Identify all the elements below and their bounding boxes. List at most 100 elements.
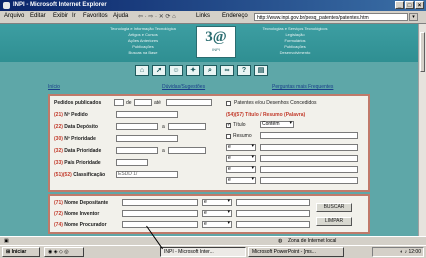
title-check-label: Título xyxy=(233,122,246,128)
logic-select-3[interactable]: e xyxy=(226,166,256,173)
summary-check-label: Resumo xyxy=(233,133,252,139)
graph-icon[interactable]: ∞ xyxy=(220,65,234,76)
scroll-thumb[interactable] xyxy=(420,32,425,72)
address-input[interactable]: http://www.inpi.gov.br/pesq_patentes/pat… xyxy=(254,13,408,21)
priority-date-to-input[interactable] xyxy=(168,147,206,154)
patent-number-input[interactable] xyxy=(116,111,178,118)
attorney-name-input-2[interactable] xyxy=(236,221,310,228)
title-summary-label: (54)(57) Título / Resumo (Palavra) xyxy=(226,112,306,118)
search-icon[interactable]: ⌕ xyxy=(203,65,217,76)
field-label-22: (22) Data Depósito xyxy=(54,124,98,130)
header-banner: Tecnologia e Informação Tecnológica Arti… xyxy=(0,24,418,62)
page-icon: ▣ xyxy=(4,238,9,244)
summary-checkbox[interactable] xyxy=(226,134,231,139)
field-label-71: (71) Nome Depositante xyxy=(54,200,109,206)
windows-logo-icon: ⊞ xyxy=(6,249,11,255)
minimize-button[interactable]: _ xyxy=(395,1,404,9)
filing-date-input[interactable] xyxy=(116,123,158,130)
published-to-label: até xyxy=(154,100,161,106)
logic-select-2[interactable]: e xyxy=(226,155,256,162)
attorney-op-select[interactable]: e xyxy=(202,221,232,228)
title-bar: INPI - Microsoft Internet Explorer _ □ × xyxy=(0,0,426,11)
priority-country-input[interactable] xyxy=(116,159,148,166)
clock: 12:00 xyxy=(408,249,421,255)
published-from-input[interactable] xyxy=(134,99,152,106)
banner-left-link[interactable]: Buscas na Base xyxy=(108,50,178,56)
address-label: Endereço xyxy=(222,13,248,19)
logic-select-4[interactable]: e xyxy=(226,177,256,184)
published-from-label: de xyxy=(126,100,132,106)
keyword-input-5[interactable] xyxy=(260,177,358,184)
search-form-main: Pedidos publicados de até (21) Nº Pedido… xyxy=(48,94,370,192)
field-label-72: (72) Nome Inventor xyxy=(54,211,100,217)
published-from-field[interactable] xyxy=(114,99,124,106)
consult-link[interactable]: Dúvidas/Sugestões xyxy=(162,84,205,90)
inpi-logo: 3@ INPI xyxy=(196,26,236,58)
field-label-33: (33) País Prioridade xyxy=(54,160,101,166)
page-content: Tecnologia e Informação Tecnológica Arti… xyxy=(0,24,418,236)
arrow-icon[interactable]: ➚ xyxy=(152,65,166,76)
menu-go[interactable]: Ir xyxy=(72,13,76,19)
priority-date-input[interactable] xyxy=(116,147,158,154)
menu-file[interactable]: Arquivo xyxy=(4,13,24,19)
home-icon[interactable]: ⌂ xyxy=(135,65,149,76)
nav-icon-row: ⌂ ➚ ☺ ✦ ⌕ ∞ ? ▤ xyxy=(135,65,268,76)
applicant-name-input-2[interactable] xyxy=(236,199,310,206)
search-button[interactable]: BUSCAR xyxy=(316,203,352,212)
quick-launch[interactable]: ◉ ◈ ◇ ◎ xyxy=(44,247,84,257)
system-tray: ◐ ♪ 12:00 xyxy=(372,247,424,257)
maximize-button[interactable]: □ xyxy=(405,1,414,9)
field-label-21: (21) Nº Pedido xyxy=(54,112,88,118)
keyword-input-3[interactable] xyxy=(260,155,358,162)
inventor-name-input[interactable] xyxy=(122,210,198,217)
logic-select-1[interactable]: e xyxy=(226,144,256,151)
published-label: Pedidos publicados xyxy=(54,100,102,106)
menu-help[interactable]: Ajuda xyxy=(113,13,128,19)
menu-edit[interactable]: Editar xyxy=(30,13,46,19)
globe-icon: ◍ xyxy=(278,238,283,244)
contains-select[interactable]: Contém xyxy=(260,121,294,128)
field-label-32: (32) Data Prioridade xyxy=(54,148,102,154)
field-label-74: (74) Nome Procurador xyxy=(54,222,107,228)
attorney-name-input[interactable] xyxy=(122,221,198,228)
applicant-name-input[interactable] xyxy=(122,199,198,206)
search-form-names: (71) Nome Depositante e (72) Nome Invent… xyxy=(48,194,370,234)
priority-number-input[interactable] xyxy=(116,135,178,142)
published-to-input[interactable] xyxy=(166,99,212,106)
ie-icon xyxy=(3,2,10,9)
banner-left-links: Tecnologia e Informação Tecnológica Arti… xyxy=(108,26,178,56)
title-checkbox[interactable]: ✓ xyxy=(226,123,231,128)
book-icon[interactable]: ▤ xyxy=(254,65,268,76)
applicant-op-select[interactable]: e xyxy=(202,199,232,206)
menu-favorites[interactable]: Favoritos xyxy=(83,13,108,19)
start-button[interactable]: ⊞ Iniciar xyxy=(2,247,40,257)
back-icon[interactable]: ⇦ · ⇨ · ✕ ⟳ ⌂ xyxy=(138,13,176,20)
vertical-scrollbar[interactable] xyxy=(418,24,426,236)
menu-view[interactable]: Exibir xyxy=(53,13,68,19)
inventor-name-input-2[interactable] xyxy=(236,210,310,217)
address-dropdown-icon[interactable]: ▾ xyxy=(409,13,418,21)
window-title: INPI - Microsoft Internet Explorer xyxy=(13,2,107,8)
keyword-input-2[interactable] xyxy=(260,144,358,151)
keyword-input-4[interactable] xyxy=(260,166,358,173)
taskbar-item-powerpoint[interactable]: Microsoft PowerPoint - [ms... xyxy=(248,247,344,257)
status-zone: Zona de Internet local xyxy=(288,238,337,244)
classification-input[interactable]: ESDD 1/ xyxy=(116,171,178,178)
taskbar-item-ie[interactable]: INPI - Microsoft Inter... xyxy=(160,247,246,257)
keyword-input-1[interactable] xyxy=(260,132,358,139)
filing-date-to-input[interactable] xyxy=(168,123,206,130)
banner-right-links: Tecnologias e Serviços Tecnológicos Legi… xyxy=(255,26,335,56)
home-link[interactable]: Início xyxy=(48,84,60,90)
faq-link[interactable]: Perguntas mais Frequentes xyxy=(272,84,333,90)
granted-checkbox[interactable] xyxy=(226,101,231,106)
links-label[interactable]: Links xyxy=(196,13,210,19)
field-label-30: (30) Nº Prioridade xyxy=(54,136,96,142)
question-icon[interactable]: ? xyxy=(237,65,251,76)
inventor-op-select[interactable]: e xyxy=(202,210,232,217)
help-icon[interactable]: ✦ xyxy=(186,65,200,76)
banner-right-link[interactable]: Desenvolvimento xyxy=(255,50,335,56)
granted-label: Patentes e/ou Desenhos Concedidos xyxy=(234,100,317,106)
close-button[interactable]: × xyxy=(415,1,424,9)
clear-button[interactable]: LIMPAR xyxy=(316,217,352,226)
person-icon[interactable]: ☺ xyxy=(169,65,183,76)
